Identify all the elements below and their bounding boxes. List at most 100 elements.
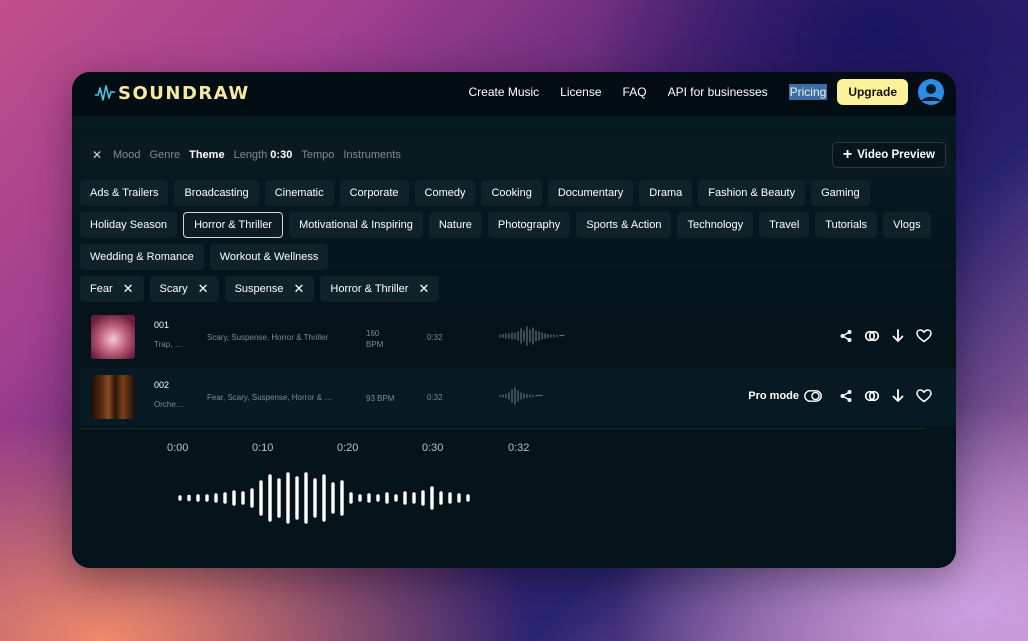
selected-tag-label: Suspense bbox=[234, 283, 284, 295]
theme-chip-row: Holiday Season Horror & Thriller Motivat… bbox=[80, 212, 950, 238]
theme-chip[interactable]: Motivational & Inspiring bbox=[289, 212, 423, 238]
theme-chip[interactable]: Gaming bbox=[811, 180, 870, 206]
theme-chip[interactable]: Documentary bbox=[547, 180, 634, 206]
track-number: 001 bbox=[154, 320, 170, 330]
track-tags: Scary, Suspense, Horror & Thriller bbox=[207, 333, 329, 342]
nav-pricing[interactable]: Pricing bbox=[788, 84, 828, 100]
theme-chip[interactable]: Travel bbox=[759, 212, 810, 238]
track-row[interactable]: 001 Trap, … Scary, Suspense, Horror & Th… bbox=[80, 308, 956, 366]
track-bpm: 160 BPM bbox=[366, 328, 383, 350]
tab-instruments[interactable]: Instruments bbox=[343, 149, 400, 161]
theme-chip[interactable]: Comedy bbox=[414, 180, 476, 206]
close-icon[interactable]: ✕ bbox=[92, 148, 102, 162]
track-number: 002 bbox=[154, 380, 170, 390]
pro-mode-toggle[interactable]: Pro mode bbox=[748, 390, 822, 402]
track-cover-image[interactable] bbox=[91, 315, 135, 359]
timeline-label: 0:32 bbox=[508, 442, 530, 454]
nav-faq[interactable]: FAQ bbox=[623, 85, 647, 99]
remove-tag-icon[interactable]: ✕ bbox=[418, 281, 429, 297]
divider bbox=[80, 428, 926, 429]
theme-chip[interactable]: Technology bbox=[677, 212, 754, 238]
track-tags: Fear, Scary, Suspense, Horror & … bbox=[207, 393, 333, 402]
theme-chip[interactable]: Fashion & Beauty bbox=[698, 180, 806, 206]
share-icon[interactable] bbox=[839, 389, 853, 403]
selected-tag[interactable]: Suspense ✕ bbox=[224, 276, 315, 302]
track-duration: 0:32 bbox=[427, 393, 443, 402]
selected-tag-label: Scary bbox=[159, 283, 188, 295]
player-waveform[interactable] bbox=[172, 468, 482, 528]
track-cover-image[interactable] bbox=[91, 375, 135, 419]
theme-chip[interactable]: Cinematic bbox=[264, 180, 334, 206]
link-icon[interactable] bbox=[864, 388, 880, 404]
heart-icon[interactable] bbox=[916, 329, 932, 343]
length-label: Length bbox=[233, 149, 268, 161]
brand-name: SOUNDRAW bbox=[118, 82, 250, 104]
remove-tag-icon[interactable]: ✕ bbox=[198, 281, 209, 297]
nav-create-music[interactable]: Create Music bbox=[468, 85, 539, 99]
track-bpm: 93 BPM bbox=[366, 394, 395, 403]
nav-license[interactable]: License bbox=[560, 85, 601, 99]
tab-tempo[interactable]: Tempo bbox=[301, 149, 334, 161]
logo-wave-icon bbox=[95, 85, 115, 101]
remove-tag-icon[interactable]: ✕ bbox=[294, 281, 305, 297]
tab-mood[interactable]: Mood bbox=[113, 149, 141, 161]
theme-chip-row: Ads & Trailers Broadcasting Cinematic Co… bbox=[80, 180, 950, 206]
selected-tag[interactable]: Scary ✕ bbox=[149, 276, 219, 302]
selected-tag[interactable]: Fear ✕ bbox=[80, 276, 144, 302]
theme-chip[interactable]: Sports & Action bbox=[576, 212, 672, 238]
toggle-icon[interactable] bbox=[804, 390, 822, 402]
upgrade-button[interactable]: Upgrade bbox=[837, 79, 908, 105]
theme-chip[interactable]: Drama bbox=[639, 180, 693, 206]
heart-icon[interactable] bbox=[916, 389, 932, 403]
timeline-label: 0:10 bbox=[252, 442, 274, 454]
waveform-icon[interactable] bbox=[498, 325, 568, 347]
tab-length[interactable]: Length 0:30 bbox=[234, 149, 293, 161]
theme-chip[interactable]: Corporate bbox=[339, 180, 409, 206]
share-icon[interactable] bbox=[839, 329, 853, 343]
top-navigation-bar: SOUNDRAW Create Music License FAQ API fo… bbox=[72, 72, 956, 116]
theme-chip[interactable]: Ads & Trailers bbox=[80, 180, 169, 206]
timeline-label: 0:00 bbox=[167, 442, 189, 454]
theme-chip-row: Wedding & Romance Workout & Wellness bbox=[80, 244, 950, 270]
tab-genre[interactable]: Genre bbox=[150, 149, 181, 161]
link-icon[interactable] bbox=[864, 328, 880, 344]
track-duration: 0:32 bbox=[427, 333, 443, 342]
waveform-icon[interactable] bbox=[498, 385, 548, 407]
theme-chip[interactable]: Wedding & Romance bbox=[80, 244, 204, 270]
selected-tag-label: Horror & Thriller bbox=[330, 283, 409, 295]
theme-chip[interactable]: Nature bbox=[428, 212, 482, 238]
pro-mode-label: Pro mode bbox=[748, 390, 799, 402]
download-icon[interactable] bbox=[891, 329, 905, 343]
plus-icon: + bbox=[842, 146, 853, 163]
filter-tabs: Mood Genre Theme Length 0:30 Tempo Instr… bbox=[113, 149, 410, 161]
theme-chip[interactable]: Workout & Wellness bbox=[209, 244, 329, 270]
selected-tag[interactable]: Horror & Thriller ✕ bbox=[320, 276, 440, 302]
video-preview-button[interactable]: + Video Preview bbox=[831, 142, 946, 168]
track-genre: Trap, … bbox=[154, 340, 183, 349]
track-bpm-unit: BPM bbox=[366, 340, 384, 349]
track-genre: Orche… bbox=[154, 400, 184, 409]
theme-chip-selected[interactable]: Horror & Thriller bbox=[183, 212, 284, 238]
theme-chip[interactable]: Broadcasting bbox=[174, 180, 259, 206]
user-avatar-icon[interactable] bbox=[918, 79, 944, 105]
download-icon[interactable] bbox=[891, 389, 905, 403]
theme-chip[interactable]: Vlogs bbox=[883, 212, 931, 238]
length-value: 0:30 bbox=[270, 149, 293, 161]
app-window: SOUNDRAW Create Music License FAQ API fo… bbox=[72, 72, 956, 568]
player-timeline[interactable]: 0:00 0:10 0:20 0:30 0:32 bbox=[167, 442, 567, 458]
theme-chip[interactable]: Holiday Season bbox=[80, 212, 178, 238]
nav-api-for-businesses[interactable]: API for businesses bbox=[668, 85, 768, 99]
selected-tag-label: Fear bbox=[90, 283, 113, 295]
main-panel: ✕ Mood Genre Theme Length 0:30 Tempo Ins… bbox=[72, 116, 956, 568]
track-row[interactable]: 002 Orche… Fear, Scary, Suspense, Horror… bbox=[80, 368, 956, 426]
video-preview-label: Video Preview bbox=[857, 149, 935, 161]
theme-chip[interactable]: Tutorials bbox=[815, 212, 878, 238]
remove-tag-icon[interactable]: ✕ bbox=[123, 281, 134, 297]
theme-chip[interactable]: Photography bbox=[487, 212, 571, 238]
theme-chip[interactable]: Cooking bbox=[481, 180, 542, 206]
brand-logo[interactable]: SOUNDRAW bbox=[94, 82, 250, 104]
main-nav: Create Music License FAQ API for busines… bbox=[468, 78, 944, 106]
tab-theme[interactable]: Theme bbox=[189, 149, 224, 161]
theme-chips: Ads & Trailers Broadcasting Cinematic Co… bbox=[80, 180, 950, 276]
track-actions: Pro mode bbox=[748, 388, 932, 404]
